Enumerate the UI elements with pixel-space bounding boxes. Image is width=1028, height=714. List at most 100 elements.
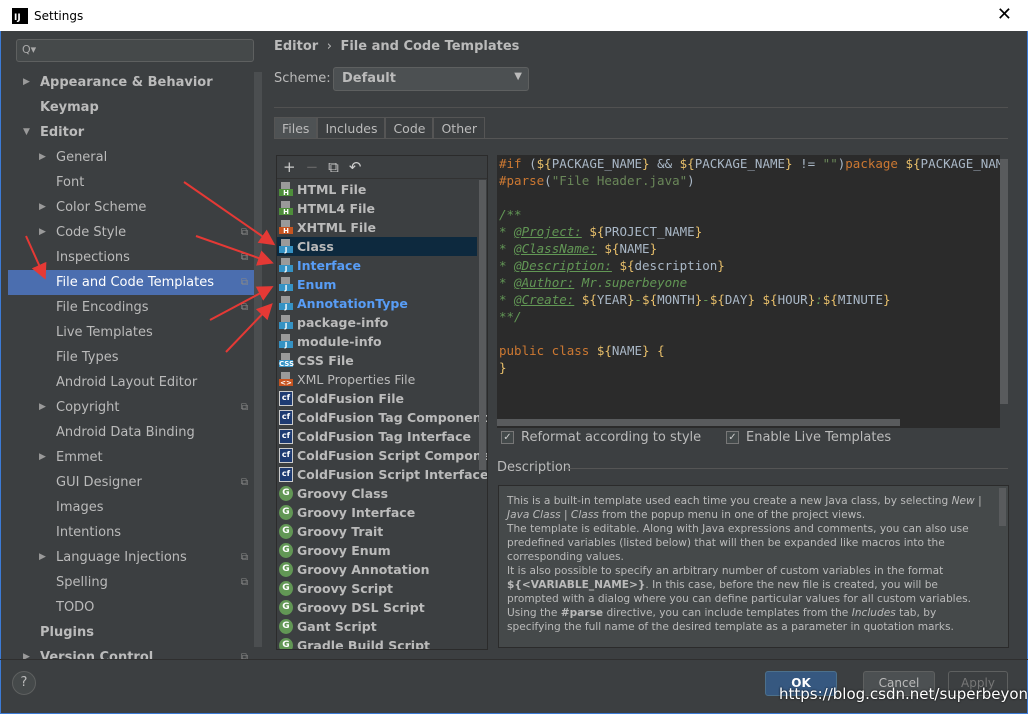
- template-item[interactable]: G Groovy Trait: [277, 522, 477, 541]
- sidebar-item-file-encodings[interactable]: File Encodings ⧉: [8, 295, 254, 320]
- divider: [274, 138, 1008, 139]
- desc-bold: ${<VARIABLE_NAME>}: [507, 579, 646, 591]
- sidebar-item-keymap[interactable]: Keymap: [8, 95, 254, 120]
- sidebar-item-plugins[interactable]: Plugins: [8, 620, 254, 645]
- template-item[interactable]: G Groovy Script: [277, 579, 477, 598]
- sidebar-item-emmet[interactable]: ▶ Emmet: [8, 445, 254, 470]
- chevron-right-icon[interactable]: ▶: [39, 395, 46, 420]
- editor-vertical-scrollbar[interactable]: [1000, 155, 1008, 428]
- template-item[interactable]: H XHTML File: [277, 218, 477, 237]
- sidebar-item-general[interactable]: ▶ General: [8, 145, 254, 170]
- sidebar-item-images[interactable]: Images: [8, 495, 254, 520]
- chevron-right-icon[interactable]: ▶: [39, 545, 46, 570]
- sidebar-item-gui-designer[interactable]: GUI Designer ⧉: [8, 470, 254, 495]
- desc-text: directive, you can include templates fro…: [603, 607, 852, 619]
- template-name: Interface: [297, 258, 361, 273]
- chevron-right-icon[interactable]: ▶: [39, 220, 46, 245]
- template-item[interactable]: H HTML File: [277, 180, 477, 199]
- template-item[interactable]: G Groovy DSL Script: [277, 598, 477, 617]
- chevron-down-icon[interactable]: ▼: [23, 120, 30, 145]
- sidebar-item-font[interactable]: Font: [8, 170, 254, 195]
- editor-horizontal-scrollbar[interactable]: [497, 419, 900, 426]
- template-item[interactable]: cf ColdFusion Script Interface: [277, 465, 487, 484]
- file-template-icon: J: [279, 296, 293, 311]
- sidebar-scrollbar[interactable]: [254, 72, 262, 647]
- template-item[interactable]: J Class: [277, 237, 477, 256]
- settings-search-input[interactable]: Q▾: [16, 39, 254, 62]
- sidebar-item-live-templates[interactable]: Live Templates: [8, 320, 254, 345]
- template-item[interactable]: Jmodule-info: [277, 332, 477, 351]
- copy-icon[interactable]: ⧉: [328, 158, 339, 176]
- template-item[interactable]: cf ColdFusion Script Component: [277, 446, 487, 465]
- template-name: Groovy Script: [297, 581, 394, 596]
- sidebar-item-language-injections[interactable]: ▶ Language Injections ⧉: [8, 545, 254, 570]
- code-token: NAME: [611, 343, 643, 358]
- sidebar-item-intentions[interactable]: Intentions: [8, 520, 254, 545]
- code-token: "": [822, 156, 838, 171]
- code-token: "File Header.java": [551, 173, 688, 188]
- tab-other[interactable]: Other: [433, 117, 485, 139]
- list-scrollbar[interactable]: [479, 180, 486, 470]
- sidebar-item-color-scheme[interactable]: ▶ Color Scheme: [8, 195, 254, 220]
- tab-files[interactable]: Files: [274, 117, 318, 139]
- help-button[interactable]: ?: [12, 671, 36, 695]
- template-item[interactable]: G Groovy Interface: [277, 503, 477, 522]
- tab-includes[interactable]: Includes: [317, 117, 386, 139]
- template-editor[interactable]: #if (${PACKAGE_NAME} && ${PACKAGE_NAME} …: [497, 155, 1008, 428]
- code-token: }: [882, 292, 891, 307]
- sidebar-item-spelling[interactable]: Spelling ⧉: [8, 570, 254, 595]
- reformat-checkbox[interactable]: ✓ Reformat according to style: [501, 430, 701, 445]
- sidebar-item-file-and-code-templates[interactable]: File and Code Templates ⧉: [8, 270, 254, 295]
- template-item[interactable]: J AnnotationType: [277, 294, 477, 313]
- template-item[interactable]: H HTML4 File: [277, 199, 477, 218]
- template-item[interactable]: CSS CSS File: [277, 351, 477, 370]
- code-area[interactable]: #if (${PACKAGE_NAME} && ${PACKAGE_NAME} …: [497, 155, 1008, 376]
- chevron-right-icon[interactable]: ▶: [23, 645, 30, 660]
- close-window-button[interactable]: ✕: [997, 4, 1012, 25]
- sidebar-item-code-style[interactable]: ▶ Code Style ⧉: [8, 220, 254, 245]
- remove-icon[interactable]: −: [306, 158, 319, 176]
- template-item[interactable]: J Interface: [277, 256, 477, 275]
- sidebar-item-appearance-behavior[interactable]: ▶ Appearance & Behavior: [8, 70, 254, 95]
- code-token: {: [657, 343, 665, 358]
- sidebar-item-inspections[interactable]: Inspections ⧉: [8, 245, 254, 270]
- code-line: #parse("File Header.java"): [497, 172, 1008, 189]
- sidebar-item-file-types[interactable]: File Types: [8, 345, 254, 370]
- template-item[interactable]: J Enum: [277, 275, 477, 294]
- template-item[interactable]: G Gant Script: [277, 617, 477, 636]
- add-icon[interactable]: +: [283, 158, 296, 176]
- reset-icon[interactable]: ↶: [349, 158, 362, 176]
- sidebar-item-label: GUI Designer: [56, 475, 142, 490]
- sidebar-item-android-data-binding[interactable]: Android Data Binding: [8, 420, 254, 445]
- file-template-icon: H: [279, 201, 293, 216]
- sidebar-item-todo[interactable]: TODO: [8, 595, 254, 620]
- template-item[interactable]: <> XML Properties File: [277, 370, 477, 389]
- file-template-icon: J: [279, 239, 293, 254]
- template-item[interactable]: cf ColdFusion File: [277, 389, 477, 408]
- sidebar-item-copyright[interactable]: ▶ Copyright ⧉: [8, 395, 254, 420]
- description-scrollbar[interactable]: [999, 488, 1006, 526]
- sidebar-item-editor[interactable]: ▼ Editor: [8, 120, 254, 145]
- template-item[interactable]: cf ColdFusion Tag Component: [277, 408, 487, 427]
- scheme-dropdown[interactable]: Default ▼: [333, 67, 529, 91]
- breadcrumb-current: File and Code Templates: [340, 39, 520, 54]
- template-item[interactable]: cf ColdFusion Tag Interface: [277, 427, 477, 446]
- template-name: Groovy Class: [297, 486, 389, 501]
- groovy-icon: G: [279, 486, 293, 501]
- chevron-right-icon[interactable]: ▶: [23, 70, 30, 95]
- sidebar-item-android-layout-editor[interactable]: Android Layout Editor: [8, 370, 254, 395]
- tab-code[interactable]: Code: [385, 117, 434, 139]
- enable-live-templates-checkbox[interactable]: ✓ Enable Live Templates: [726, 430, 891, 445]
- file-template-icon: J: [279, 277, 293, 292]
- template-item[interactable]: G Groovy Enum: [277, 541, 477, 560]
- coldfusion-icon: cf: [279, 410, 293, 425]
- chevron-right-icon[interactable]: ▶: [39, 195, 46, 220]
- chevron-right-icon[interactable]: ▶: [39, 145, 46, 170]
- template-item[interactable]: G Groovy Annotation: [277, 560, 477, 579]
- sidebar-item-version-control[interactable]: ▶ Version Control ⧉: [8, 645, 254, 660]
- breadcrumb-parent[interactable]: Editor: [274, 39, 318, 54]
- template-item[interactable]: G Gradle Build Script: [277, 636, 477, 649]
- template-item[interactable]: G Groovy Class: [277, 484, 477, 503]
- template-item[interactable]: Jpackage-info: [277, 313, 477, 332]
- chevron-right-icon[interactable]: ▶: [39, 445, 46, 470]
